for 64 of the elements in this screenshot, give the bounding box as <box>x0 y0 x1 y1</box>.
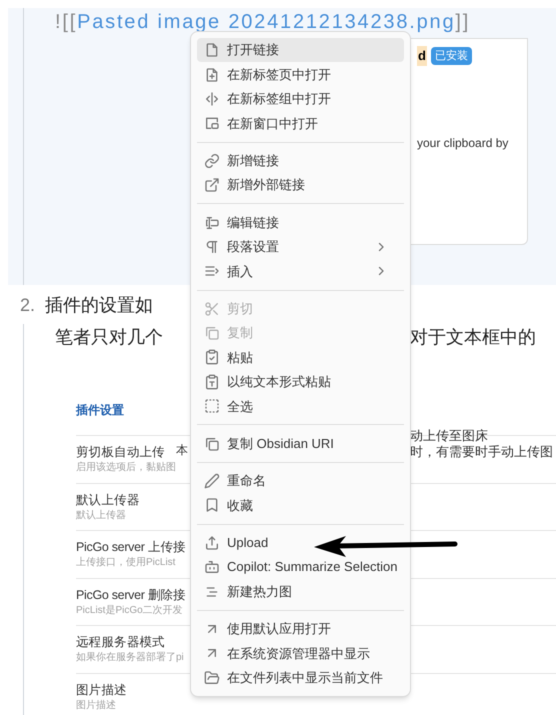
plugin-title: d <box>417 46 427 66</box>
copy-icon <box>204 436 220 452</box>
list-number: 2. <box>20 294 36 316</box>
setting-description: 上传接口，使用PicList <box>76 556 176 570</box>
setting-title: 远程服务器模式 <box>76 634 165 651</box>
menu-item[interactable]: 重命名 <box>197 468 404 494</box>
paragraph-text: 对于文本框中的 <box>410 326 536 349</box>
setting-description: PicList是PicGo二次开发 <box>76 604 183 618</box>
setting-description: 启用该选项后，黏贴图 <box>76 461 176 475</box>
pilcrow-icon <box>204 238 220 255</box>
folder-icon <box>204 670 220 686</box>
setting-title: 剪切板自动上传 <box>76 444 165 461</box>
menu-item[interactable]: 新增外部链接 <box>197 172 404 198</box>
split-icon <box>204 90 220 107</box>
window-icon <box>204 115 220 132</box>
menu-item[interactable]: 复制 Obsidian URI <box>197 431 404 456</box>
setting-title: 默认上传器 <box>76 492 140 508</box>
link-bracket: ![[ <box>55 11 78 33</box>
menu-item[interactable]: 在新窗口中打开 <box>197 111 404 136</box>
file-icon <box>204 42 220 58</box>
menu-item[interactable]: 在系统资源管理器中显示 <box>197 641 404 666</box>
menu-item[interactable]: 全选 <box>197 394 404 418</box>
description-text: your clipboard by <box>417 134 510 152</box>
pencil-icon <box>204 473 220 490</box>
setting-title: PicGo server 删除接 <box>76 586 186 604</box>
settings-heading: 插件设置 <box>76 402 124 418</box>
copy-icon <box>204 325 220 342</box>
file-plus-icon <box>204 66 220 83</box>
menu-item[interactable]: Copilot: Summarize Selection <box>197 555 404 580</box>
list-text: 插件的设置如 <box>45 294 153 316</box>
menu-item[interactable]: 使用默认应用打开 <box>197 616 404 642</box>
bookmark-icon <box>204 497 220 514</box>
link-bracket: ]] <box>455 11 470 33</box>
paragraph-text: 笔者只对几个 <box>55 326 163 349</box>
menu-item[interactable]: 打开链接 <box>197 38 404 62</box>
scissors-icon <box>204 300 220 317</box>
clipboard-check-icon <box>204 349 220 366</box>
robot-icon <box>204 559 220 576</box>
menu-item[interactable]: 在新标签页中打开 <box>197 62 404 87</box>
external-link-icon <box>204 177 220 194</box>
upload-icon <box>204 534 220 551</box>
setting-title: 图片描述 <box>76 682 127 698</box>
setting-title: PicGo server 上传接 <box>76 539 186 556</box>
menu-item[interactable]: 在新标签组中打开 <box>197 86 404 112</box>
overlay-text: 本 <box>176 442 188 458</box>
menu-item[interactable]: 粘贴 <box>197 345 404 370</box>
setting-description: 默认上传器 <box>76 508 126 522</box>
link-icon <box>204 152 220 169</box>
menu-item[interactable]: 插入 <box>197 259 404 284</box>
menu-item[interactable]: Upload <box>197 530 404 556</box>
menu-item[interactable]: 收藏 <box>197 493 404 518</box>
menu-item[interactable]: 新增链接 <box>197 148 404 173</box>
menu-item[interactable]: 新建热力图 <box>197 579 404 604</box>
menu-item[interactable]: 在文件列表中显示当前文件 <box>197 666 404 690</box>
overlay-text: 时，有需要时手动上传图 <box>410 444 553 460</box>
menu-item[interactable]: 以纯文本形式粘贴 <box>197 370 404 394</box>
overlay-text: 动上传至图床 <box>410 428 488 444</box>
menu-item[interactable]: 编辑链接 <box>197 210 404 235</box>
clipboard-text-icon <box>204 374 220 390</box>
menu-item[interactable]: 段落设置 <box>197 234 404 260</box>
text-cursor-icon <box>204 214 220 231</box>
installed-badge: 已安装 <box>430 46 472 65</box>
setting-description: 如果你在服务器部署了pi <box>76 651 184 665</box>
setting-description: 图片描述 <box>76 698 116 712</box>
